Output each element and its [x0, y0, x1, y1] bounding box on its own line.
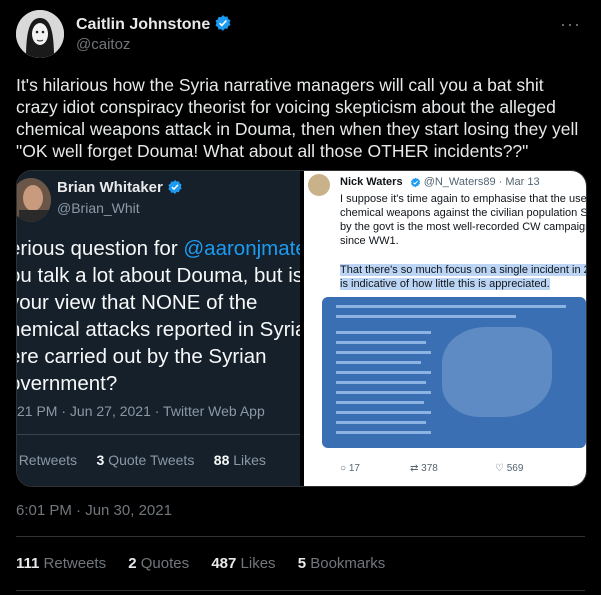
infographic-row — [336, 341, 426, 344]
tweet-timestamp[interactable]: 6:01 PM · Jun 30, 2021 — [16, 502, 172, 519]
divider — [17, 434, 300, 435]
infographic-header — [336, 305, 566, 308]
likes-count: 487 — [211, 555, 237, 572]
retweets-label: Retweets — [43, 555, 107, 572]
separator-dot: · — [498, 176, 503, 188]
embedded-infographic — [322, 297, 586, 448]
likes-label: Likes — [240, 555, 276, 572]
quotes-count: 2 — [128, 555, 137, 572]
embedded-text-post: ou talk a lot about Douma, but is your v… — [17, 264, 300, 395]
like-count: 569 — [506, 463, 524, 474]
retweet-icon: ⇄ — [410, 463, 419, 474]
more-options-icon[interactable]: ··· — [560, 14, 581, 35]
embedded-author-handle: @Brian_Whit — [57, 200, 140, 216]
quotes-label: Quotes — [140, 555, 190, 572]
retweets-count: 111 — [16, 555, 40, 572]
bookmarks-label: Bookmarks — [310, 555, 386, 572]
embedded-avatar — [17, 178, 51, 222]
infographic-row — [336, 361, 421, 364]
reply-action: ○ 17 — [340, 463, 360, 474]
embedded-author-name-text: Brian Whitaker — [57, 179, 163, 196]
retweets-stat[interactable]: 111 Retweets — [16, 555, 106, 572]
embedded-screenshot-right: Nick Waters @N_Waters89 · Mar 13 I suppo… — [304, 171, 586, 486]
infographic-row — [336, 371, 431, 374]
infographic-row — [336, 351, 431, 354]
embedded-retweets-label: Retweets — [18, 452, 78, 468]
tweet-media[interactable]: Brian Whitaker @Brian_Whit erious questi… — [16, 170, 587, 487]
embedded-screenshot-left: Brian Whitaker @Brian_Whit erious questi… — [17, 171, 300, 486]
embedded-tweet-date: Mar 13 — [505, 176, 540, 188]
embedded-likes-count: 88 — [213, 452, 230, 468]
embedded-author-handle: @N_Waters89 — [423, 176, 496, 188]
author-handle[interactable]: @caitoz — [76, 36, 130, 53]
bookmarks-stat[interactable]: 5 Bookmarks — [298, 555, 386, 572]
bookmarks-count: 5 — [297, 555, 307, 572]
avatar[interactable] — [16, 10, 64, 58]
embedded-quotes-count: 3 — [96, 452, 105, 468]
embedded-tweet-text: erious question for @aaronjmate ou talk a… — [17, 235, 300, 397]
author-name-text: Caitlin Johnstone — [76, 16, 211, 33]
embedded-avatar — [308, 174, 330, 196]
like-icon: ♡ — [495, 463, 504, 474]
infographic-row — [336, 411, 431, 414]
infographic-row — [336, 381, 426, 384]
tweet-text: It's hilarious how the Syria narrative m… — [16, 75, 579, 161]
infographic-row — [336, 421, 426, 424]
infographic-map — [442, 327, 552, 417]
verified-badge-icon — [214, 14, 232, 37]
author-name[interactable]: Caitlin Johnstone — [76, 14, 232, 37]
embedded-highlighted-text: That there's so much focus on a single i… — [340, 263, 586, 291]
infographic-row — [336, 391, 431, 394]
divider — [16, 536, 585, 537]
highlight-text: That there's so much focus on a single i… — [340, 264, 586, 290]
infographic-row — [336, 431, 431, 434]
likes-stat[interactable]: 487 Likes — [211, 555, 275, 572]
verified-badge-icon — [410, 177, 421, 191]
reply-count: 17 — [348, 463, 360, 474]
embedded-quotes-label: Quote Tweets — [108, 452, 195, 468]
embedded-mention: @aaronjmate — [183, 237, 300, 260]
infographic-row — [336, 401, 424, 404]
reply-icon: ○ — [340, 463, 347, 474]
divider — [16, 590, 585, 591]
quotes-stat[interactable]: 2 Quotes — [128, 555, 189, 572]
retweet-action: ⇄ 378 — [410, 463, 438, 474]
tweet-header: Caitlin Johnstone @caitoz ··· — [16, 10, 585, 60]
embedded-tweet-stats: 3 Retweets 3 Quote Tweets 88 Likes — [17, 452, 266, 468]
infographic-row — [336, 315, 516, 318]
verified-badge-icon — [167, 179, 183, 199]
like-action: ♡ 569 — [495, 463, 523, 474]
embedded-tweet-meta: 21 PM · Jun 27, 2021 · Twitter Web App — [17, 403, 265, 419]
embedded-text-pre: erious question for — [17, 237, 184, 260]
embedded-tweet-text: I suppose it's time again to emphasise t… — [340, 193, 586, 247]
retweet-count: 378 — [421, 463, 438, 474]
embedded-author-name: Brian Whitaker — [57, 179, 183, 199]
tweet-stats: 111 Retweets 2 Quotes 487 Likes 5 Bookma… — [16, 555, 403, 572]
embedded-likes-label: Likes — [233, 452, 266, 468]
infographic-row — [336, 331, 431, 334]
embedded-author-line: Nick Waters @N_Waters89 · Mar 13 — [340, 176, 540, 191]
embedded-author-name: Nick Waters — [340, 176, 403, 188]
